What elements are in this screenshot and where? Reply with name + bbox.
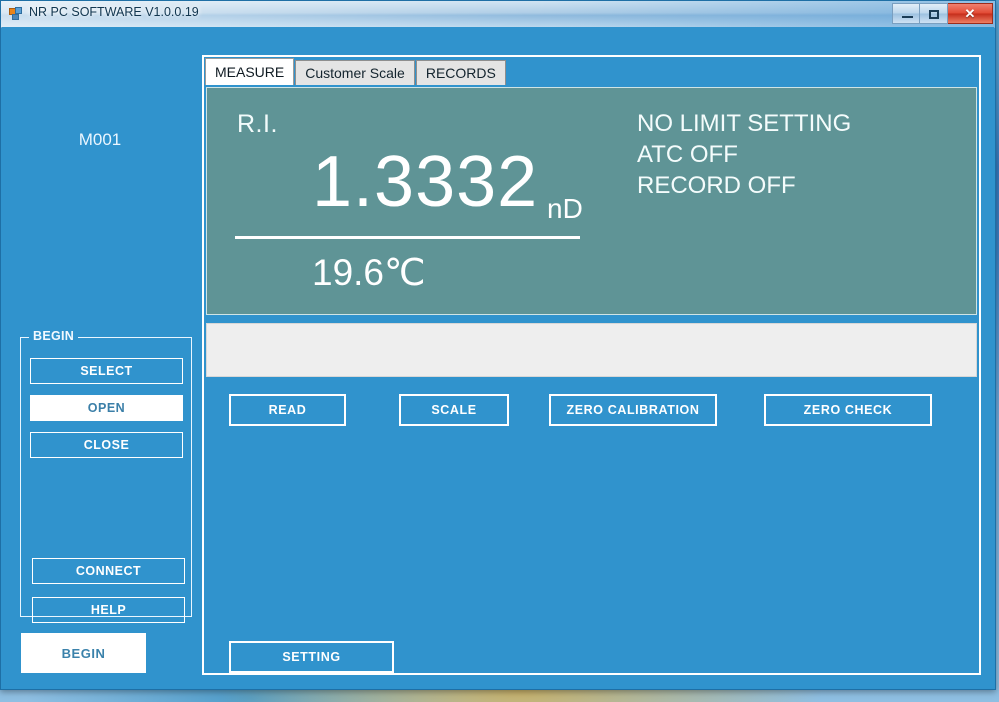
- connect-button[interactable]: CONNECT: [32, 558, 185, 584]
- app-icon-square-blue: [15, 7, 22, 14]
- minimize-button[interactable]: [892, 3, 920, 24]
- measure-panel: R.I. 1.3332 nD 19.6℃ NO LIMIT SETTING AT…: [202, 55, 981, 675]
- refractive-index-value: 1.3332: [312, 146, 538, 218]
- status-atc: ATC OFF: [637, 139, 851, 170]
- tab-customer-scale[interactable]: Customer Scale: [295, 60, 415, 85]
- begin-group-legend: BEGIN: [29, 329, 78, 343]
- message-output-box[interactable]: [206, 323, 977, 377]
- open-button[interactable]: OPEN: [30, 395, 183, 421]
- minimize-icon: [902, 16, 913, 18]
- temperature-value: 19.6℃: [312, 251, 426, 294]
- window-title: NR PC SOFTWARE V1.0.0.19: [29, 5, 199, 19]
- tab-measure[interactable]: MEASURE: [205, 58, 294, 85]
- help-button[interactable]: HELP: [32, 597, 185, 623]
- status-limit-setting: NO LIMIT SETTING: [637, 108, 851, 139]
- window-controls: ✕: [892, 3, 993, 24]
- begin-button[interactable]: BEGIN: [21, 633, 146, 673]
- status-record: RECORD OFF: [637, 170, 851, 201]
- readout-display: R.I. 1.3332 nD 19.6℃ NO LIMIT SETTING AT…: [206, 87, 977, 315]
- title-bar: NR PC SOFTWARE V1.0.0.19 ✕: [1, 1, 995, 28]
- maximize-icon: [929, 10, 939, 19]
- application-window: NR PC SOFTWARE V1.0.0.19 ✕ M001 BEGIN SE…: [0, 0, 996, 690]
- close-button[interactable]: ✕: [948, 3, 993, 24]
- scale-button[interactable]: SCALE: [399, 394, 509, 426]
- sidebar: M001 BEGIN SELECT OPEN CLOSE CONNECT HEL…: [2, 27, 198, 687]
- refractive-index-unit: nD: [547, 193, 583, 225]
- device-id-label: M001: [2, 130, 198, 150]
- status-text-block: NO LIMIT SETTING ATC OFF RECORD OFF: [637, 108, 851, 201]
- close-icon: ✕: [948, 6, 992, 22]
- tab-bar: MEASURE Customer Scale RECORDS: [205, 58, 506, 85]
- read-button[interactable]: READ: [229, 394, 346, 426]
- zero-calibration-button[interactable]: ZERO CALIBRATION: [549, 394, 717, 426]
- zero-check-button[interactable]: ZERO CHECK: [764, 394, 932, 426]
- close-port-button[interactable]: CLOSE: [30, 432, 183, 458]
- app-icon: [9, 7, 23, 21]
- select-button[interactable]: SELECT: [30, 358, 183, 384]
- readout-divider: [235, 236, 580, 239]
- maximize-button[interactable]: [920, 3, 948, 24]
- setting-button[interactable]: SETTING: [229, 641, 394, 673]
- tab-records[interactable]: RECORDS: [416, 60, 506, 85]
- app-icon-square-dark: [12, 14, 19, 20]
- refractive-index-label: R.I.: [237, 110, 278, 139]
- client-area: M001 BEGIN SELECT OPEN CLOSE CONNECT HEL…: [2, 27, 994, 687]
- begin-group-box: BEGIN SELECT OPEN CLOSE CONNECT HELP: [20, 337, 192, 617]
